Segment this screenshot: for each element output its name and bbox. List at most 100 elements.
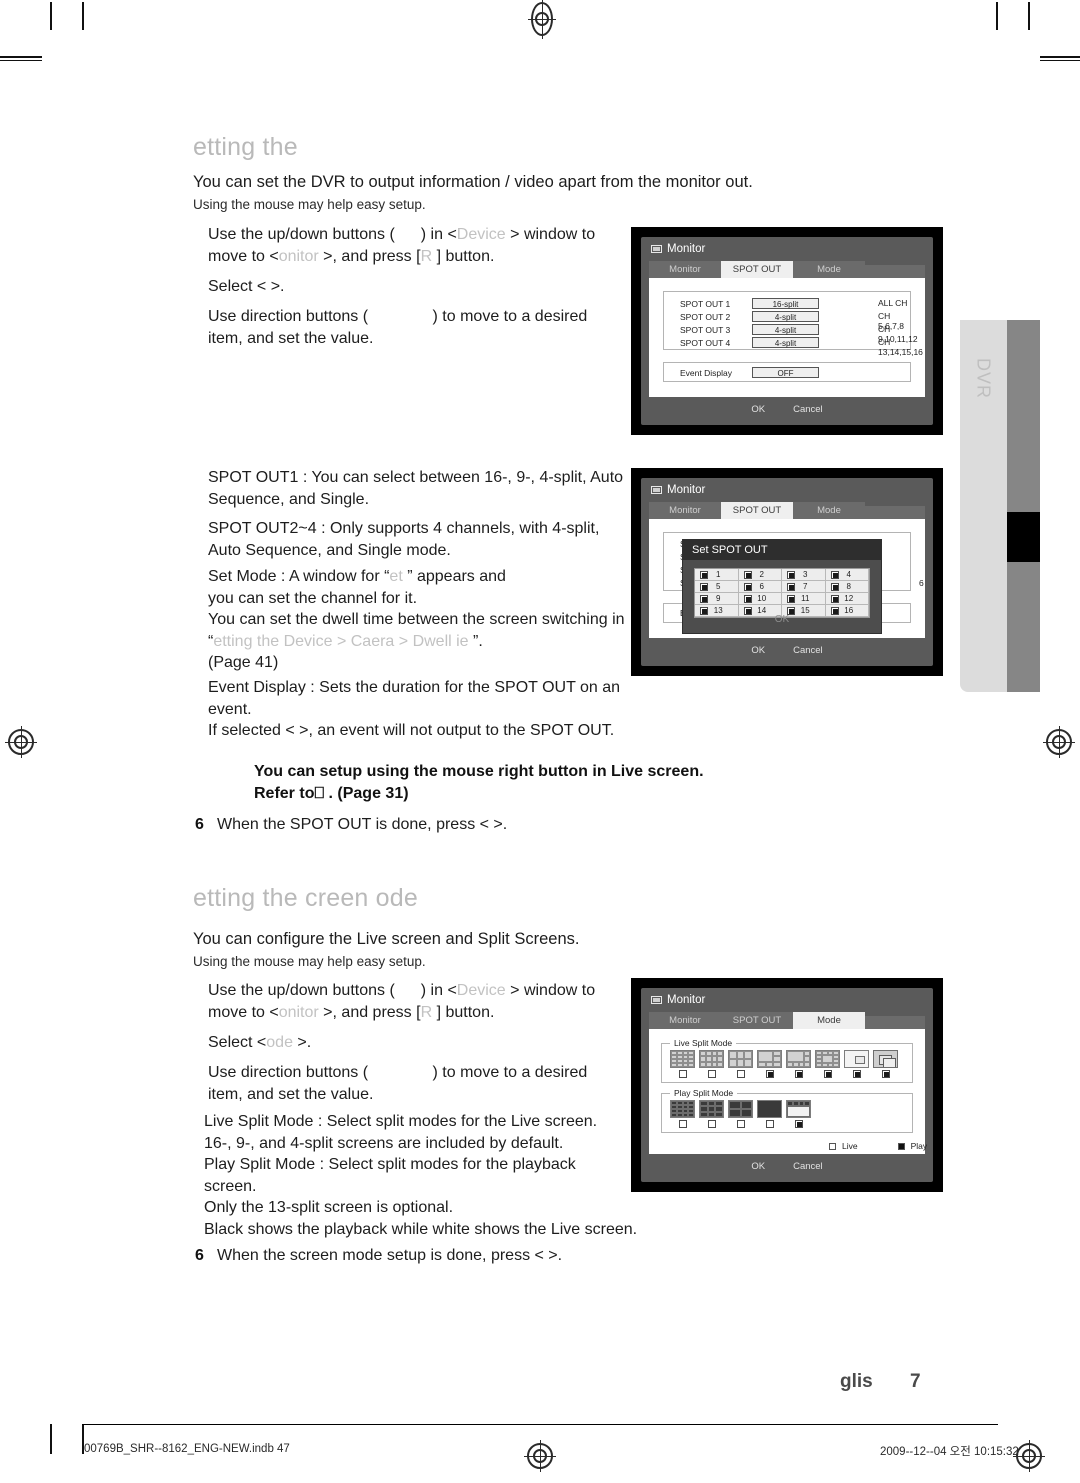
live-split-checkbox-2[interactable] — [736, 1070, 745, 1078]
dvr1-spot-row-2: SPOT OUT 2 4-split — [680, 311, 819, 322]
play-split-checkbox-4[interactable] — [794, 1120, 803, 1128]
dvr1-spot-value-3[interactable]: 4-split — [752, 324, 819, 335]
channel-checkbox-12[interactable] — [830, 594, 839, 603]
channel-checkbox-7[interactable] — [787, 582, 795, 591]
live-split-checkbox-3[interactable] — [765, 1070, 774, 1078]
live-split-item-7[interactable] — [873, 1050, 898, 1078]
crop-mark-right-upper — [1040, 56, 1080, 58]
play-split-item-4[interactable] — [786, 1100, 811, 1128]
channel-cell[interactable]: 4 — [825, 569, 869, 581]
registration-mark-top — [528, 0, 556, 39]
s2-step2-l1b: ode — [266, 1034, 293, 1051]
play-split-checkbox-1[interactable] — [707, 1120, 716, 1128]
channel-checkbox-6[interactable] — [743, 582, 752, 591]
dvr1-eventdisplay-value[interactable]: OFF — [752, 367, 819, 378]
play-split-checkbox-3[interactable] — [765, 1120, 774, 1128]
sm-l2: you can set the channel for it. — [208, 589, 418, 607]
dvr1-spot-label-4: SPOT OUT 4 — [680, 337, 731, 348]
s1-step3-l1b: ) to move to a desired — [428, 308, 588, 325]
live-split-checkbox-1[interactable] — [707, 1070, 716, 1078]
play-split-item-0[interactable] — [670, 1100, 695, 1128]
dvr2-spot-channels-4: 6 — [919, 578, 924, 588]
dvr1-ok-button[interactable]: OK — [751, 404, 765, 415]
dvr1-spot-value-1[interactable]: 16-split — [752, 298, 819, 309]
dvr3-tab-monitor[interactable]: Monitor — [649, 1012, 721, 1029]
channel-cell[interactable]: 8 — [825, 581, 869, 593]
channel-cell[interactable]: 6 — [738, 581, 782, 593]
channel-checkbox-8[interactable] — [830, 582, 839, 591]
channel-checkbox-5[interactable] — [700, 582, 708, 591]
dvr2-tab-filler — [865, 506, 925, 519]
dvr1-tab-mode[interactable]: Mode — [793, 261, 865, 278]
channel-checkbox-2[interactable] — [743, 570, 752, 579]
channel-number-4: 4 — [846, 570, 851, 579]
live-split-item-1[interactable] — [699, 1050, 724, 1078]
live-split-item-3[interactable] — [757, 1050, 782, 1078]
split-9-icon — [728, 1050, 753, 1068]
dvr1-footer: OK Cancel — [649, 399, 925, 419]
play-split-item-2[interactable] — [728, 1100, 753, 1128]
channel-checkbox-3[interactable] — [787, 570, 795, 579]
dvr3-cancel-button[interactable]: Cancel — [793, 1161, 823, 1172]
dvr2-ok-button[interactable]: OK — [751, 645, 765, 656]
play-split-item-3[interactable] — [757, 1100, 782, 1128]
dvr2-tab-mode[interactable]: Mode — [793, 502, 865, 519]
live-split-item-4[interactable] — [786, 1050, 811, 1078]
live-split-item-6[interactable] — [844, 1050, 869, 1078]
channel-checkbox-10[interactable] — [743, 594, 752, 603]
channel-cell[interactable]: 3 — [782, 569, 826, 581]
dvr2-footer: OK Cancel — [649, 640, 925, 660]
channel-cell[interactable]: 2 — [738, 569, 782, 581]
dvr3-tab-filler — [865, 1016, 925, 1029]
s1-b0: SPOT OUT1 : You can select between 16-, … — [208, 469, 624, 486]
monitor-icon — [651, 245, 662, 253]
channel-cell[interactable]: 11 — [782, 593, 826, 605]
live-split-checkbox-0[interactable] — [678, 1070, 687, 1078]
set-spotout-ok-button[interactable]: OK — [683, 614, 881, 625]
s1-step3-l2a: item, and set the value. — [208, 329, 374, 347]
dvr2-cancel-button[interactable]: Cancel — [793, 645, 823, 656]
live-split-checkbox-5[interactable] — [823, 1070, 832, 1078]
channel-cell[interactable]: 10 — [738, 593, 782, 605]
channel-cell[interactable]: 9 — [695, 593, 739, 605]
dvr2-tab-spotout[interactable]: SPOT OUT — [721, 502, 793, 519]
play-split-checkbox-2[interactable] — [736, 1120, 745, 1128]
registration-mark-left — [5, 726, 37, 758]
live-split-checkbox-6[interactable] — [852, 1070, 861, 1078]
channel-checkbox-11[interactable] — [787, 594, 795, 603]
play-split-checkbox-0[interactable] — [678, 1120, 687, 1128]
section2-step-3: Use direction buttons ( ) to move to a d… — [208, 1062, 628, 1105]
channel-checkbox-9[interactable] — [700, 594, 708, 603]
section2-bullets: Live Split Mode : Select split modes for… — [204, 1111, 644, 1240]
s2-b5: Black shows the playback while white sho… — [204, 1220, 638, 1238]
channel-checkbox-1[interactable] — [700, 570, 708, 579]
dvr3-tab-spotout[interactable]: SPOT OUT — [721, 1012, 793, 1029]
channel-checkbox-4[interactable] — [830, 570, 839, 579]
dvr1-cancel-button[interactable]: Cancel — [793, 404, 823, 415]
dvr1-spot-value-4[interactable]: 4-split — [752, 337, 819, 348]
section1-intro: You can set the DVR to output informatio… — [193, 173, 753, 191]
dvr1-tab-monitor[interactable]: Monitor — [649, 261, 721, 278]
dvr3-ok-button[interactable]: OK — [751, 1161, 765, 1172]
s1-step1-l1d: > window to — [505, 226, 596, 243]
live-split-checkbox-4[interactable] — [794, 1070, 803, 1078]
dvr1-spot-value-2[interactable]: 4-split — [752, 311, 819, 322]
live-split-item-0[interactable] — [670, 1050, 695, 1078]
channel-cell[interactable]: 7 — [782, 581, 826, 593]
dvr1-tab-spotout[interactable]: SPOT OUT — [721, 261, 793, 278]
live-split-item-5[interactable] — [815, 1050, 840, 1078]
live-split-checkbox-7[interactable] — [881, 1070, 890, 1078]
dvr1-tab-strip: Monitor SPOT OUT Mode — [649, 261, 925, 278]
footer-filename: 00769B_SHR--8162_ENG-NEW.indb 47 — [84, 1443, 290, 1455]
dvr2-tab-monitor[interactable]: Monitor — [649, 502, 721, 519]
channel-cell[interactable]: 12 — [825, 593, 869, 605]
manual-page: DVR etting the You can set the DVR to ou… — [0, 0, 1080, 1483]
channel-number-5: 5 — [716, 582, 721, 591]
dvr1-eventdisplay-group: Event Display OFF — [663, 362, 911, 382]
channel-cell[interactable]: 1 — [695, 569, 739, 581]
dvr2-window-title-bar: Monitor — [651, 484, 705, 496]
live-split-item-2[interactable] — [728, 1050, 753, 1078]
dvr3-tab-mode[interactable]: Mode — [793, 1012, 865, 1029]
play-split-item-1[interactable] — [699, 1100, 724, 1128]
channel-cell[interactable]: 5 — [695, 581, 739, 593]
